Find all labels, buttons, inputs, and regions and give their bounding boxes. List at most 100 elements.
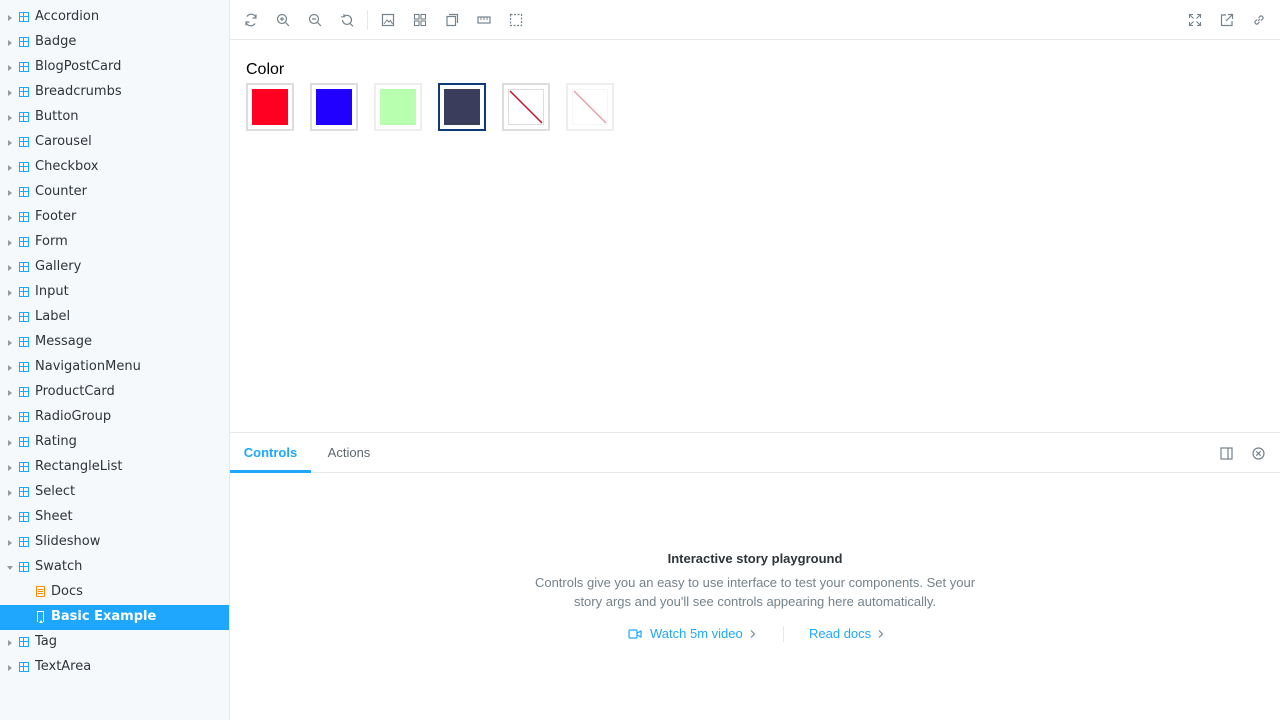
sidebar-item-radiogroup[interactable]: RadioGroup [0, 405, 229, 430]
caret-down-icon [7, 565, 13, 570]
sidebar-item-textarea[interactable]: TextArea [0, 655, 229, 680]
sidebar-item-label: Counter [35, 184, 87, 199]
sidebar-item-label: RectangleList [35, 459, 123, 474]
panel-tabs: Controls Actions [230, 433, 1280, 473]
sidebar-item-rectanglelist[interactable]: RectangleList [0, 455, 229, 480]
sidebar-item-sheet[interactable]: Sheet [0, 505, 229, 530]
empty-state-description: Controls give you an easy to use interfa… [534, 575, 976, 609]
caret-right-icon [8, 289, 12, 296]
sidebar-item-label: Sheet [35, 509, 73, 524]
component-icon [19, 362, 29, 372]
sidebar-item-label: Slideshow [35, 534, 101, 549]
sidebar-item-label: Basic Example [51, 609, 157, 624]
sidebar-item-slideshow[interactable]: Slideshow [0, 530, 229, 555]
caret-right-icon [8, 639, 12, 646]
grid-icon[interactable] [413, 13, 427, 27]
zoom-out-icon[interactable] [308, 13, 322, 27]
caret-right-icon [8, 39, 12, 46]
sidebar-item-label: TextArea [35, 659, 92, 674]
no-color-slash-icon [509, 90, 543, 124]
component-icon [19, 237, 29, 247]
tab-controls[interactable]: Controls [230, 433, 311, 473]
sidebar-item-select[interactable]: Select [0, 480, 229, 505]
outline-icon[interactable] [509, 13, 523, 27]
component-icon [19, 12, 29, 22]
watch-video-link[interactable]: Watch 5m video [628, 626, 757, 641]
viewport-icon[interactable] [445, 13, 459, 27]
caret-right-icon [8, 164, 12, 171]
sidebar-item-basic-example[interactable]: Basic Example [0, 605, 229, 630]
swatch-none-disabled[interactable] [566, 83, 614, 131]
sidebar-item-label: Label [35, 309, 71, 324]
close-panel-icon[interactable] [1252, 447, 1265, 460]
sidebar-item-navigationmenu[interactable]: NavigationMenu [0, 355, 229, 380]
caret-right-icon [8, 239, 12, 246]
caret-right-icon [8, 364, 12, 371]
sidebar-item-label: Input [35, 284, 69, 299]
caret-right-icon [8, 489, 12, 496]
sidebar-item-message[interactable]: Message [0, 330, 229, 355]
sidebar-item-swatch[interactable]: Swatch [0, 555, 229, 580]
sidebar-item-label: NavigationMenu [35, 359, 141, 374]
sidebar-item-accordion[interactable]: Accordion [0, 5, 229, 30]
panel-orientation-icon[interactable] [1220, 447, 1233, 460]
sidebar-item-label: Badge [35, 34, 77, 49]
tab-actions[interactable]: Actions [316, 433, 382, 473]
toolbar-separator [367, 10, 368, 30]
caret-right-icon [8, 314, 12, 321]
ruler-icon[interactable] [477, 13, 491, 27]
sidebar-item-carousel[interactable]: Carousel [0, 130, 229, 155]
sidebar-item-footer[interactable]: Footer [0, 205, 229, 230]
toolbar [230, 0, 1280, 40]
background-icon[interactable] [381, 13, 395, 27]
video-icon [628, 628, 642, 639]
sidebar-item-breadcrumbs[interactable]: Breadcrumbs [0, 80, 229, 105]
swatch-green[interactable] [374, 83, 422, 131]
sidebar-item-form[interactable]: Form [0, 230, 229, 255]
swatch-navy[interactable] [438, 83, 486, 131]
chevron-right-icon [878, 629, 884, 638]
sidebar-item-rating[interactable]: Rating [0, 430, 229, 455]
sidebar-item-button[interactable]: Button [0, 105, 229, 130]
component-icon [19, 462, 29, 472]
sidebar-item-label: Swatch [35, 559, 83, 574]
read-docs-label: Read docs [809, 626, 872, 641]
read-docs-link[interactable]: Read docs [809, 626, 885, 641]
empty-state-title: Interactive story playground [667, 551, 843, 566]
component-icon [19, 37, 29, 47]
copy-link-icon[interactable] [1252, 13, 1266, 27]
component-icon [19, 487, 29, 497]
sidebar-item-label: Checkbox [35, 159, 99, 174]
preview-canvas: Color [230, 40, 1280, 432]
sidebar-item-gallery[interactable]: Gallery [0, 255, 229, 280]
sidebar-item-tag[interactable]: Tag [0, 630, 229, 655]
reload-icon[interactable] [244, 13, 258, 27]
fullscreen-icon[interactable] [1188, 13, 1202, 27]
swatch-red[interactable] [246, 83, 294, 131]
open-new-tab-icon[interactable] [1220, 13, 1234, 27]
sidebar-item-productcard[interactable]: ProductCard [0, 380, 229, 405]
swatch-fill [252, 89, 288, 125]
component-icon [19, 287, 29, 297]
caret-right-icon [8, 139, 12, 146]
sidebar-item-badge[interactable]: Badge [0, 30, 229, 55]
sidebar-item-label: BlogPostCard [35, 59, 122, 74]
caret-right-icon [8, 539, 12, 546]
sidebar-item-input[interactable]: Input [0, 280, 229, 305]
sidebar-item-blogpostcard[interactable]: BlogPostCard [0, 55, 229, 80]
component-icon [19, 187, 29, 197]
swatch-blue[interactable] [310, 83, 358, 131]
zoom-reset-icon[interactable] [340, 13, 354, 27]
component-icon [19, 662, 29, 672]
sidebar-item-label[interactable]: Label [0, 305, 229, 330]
swatch-fill [380, 89, 416, 125]
sidebar-item-checkbox[interactable]: Checkbox [0, 155, 229, 180]
component-icon [19, 512, 29, 522]
sidebar-item-docs[interactable]: Docs [0, 580, 229, 605]
sidebar-item-label: Tag [35, 634, 58, 649]
caret-right-icon [8, 664, 12, 671]
sidebar-item-counter[interactable]: Counter [0, 180, 229, 205]
swatch-none[interactable] [502, 83, 550, 131]
zoom-in-icon[interactable] [276, 13, 290, 27]
addons-panel: Controls Actions Interactive story playg… [230, 432, 1280, 720]
